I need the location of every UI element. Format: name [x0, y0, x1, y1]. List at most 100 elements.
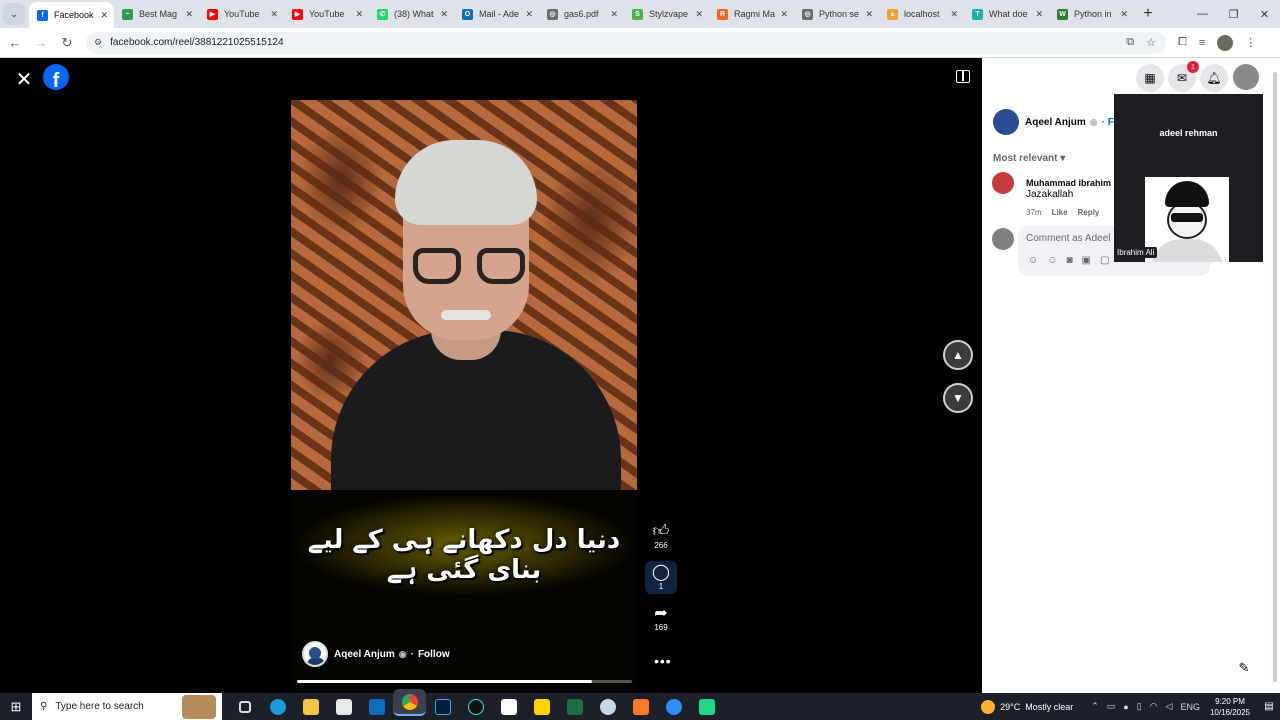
tab-search-button[interactable]: ⌄ — [3, 3, 25, 25]
outlook-app[interactable] — [360, 693, 393, 720]
reel-video[interactable]: دنیا دل دکھانے ہی کے لیے بنای گئی ہے — [291, 100, 637, 690]
sticky-notes-app[interactable] — [525, 693, 558, 720]
browser-tab[interactable]: ◎ gas6.pdf ✕ — [539, 0, 624, 28]
close-tab-icon[interactable]: ✕ — [865, 9, 873, 20]
close-reel-button[interactable]: ✕ — [14, 67, 34, 92]
camera-icon[interactable]: ◙ — [1066, 255, 1072, 266]
extensions-icon[interactable]: ⧠ — [1178, 36, 1187, 49]
comment-like-button[interactable]: Like — [1052, 208, 1068, 217]
gif-icon[interactable]: ▣ — [1081, 255, 1090, 266]
back-button[interactable]: ← — [4, 32, 26, 54]
toggle-panel-icon[interactable] — [956, 70, 970, 83]
comment-author[interactable]: Muhammad ibrahim — [1026, 178, 1111, 188]
menu-grid-icon[interactable]: ▦ — [1136, 64, 1164, 92]
restore-button[interactable]: ❐ — [1218, 0, 1249, 28]
install-app-icon[interactable]: ⧉ — [1126, 36, 1134, 49]
next-reel-button[interactable]: ▼ — [943, 383, 973, 413]
volume-icon[interactable]: ◁ — [1166, 701, 1173, 712]
action-center-icon[interactable]: ▤ — [1258, 701, 1280, 712]
follow-link[interactable]: Follow — [418, 649, 450, 660]
file-explorer-app[interactable] — [294, 693, 327, 720]
browser-tab[interactable]: ▲ localhost ✕ — [879, 0, 964, 28]
share-button[interactable]: ➦ 169 — [645, 602, 677, 635]
browser-tab[interactable]: ▶ YouTube ✕ — [284, 0, 369, 28]
browser-tab[interactable]: W Python in ✕ — [1049, 0, 1134, 28]
close-tab-icon[interactable]: ✕ — [440, 9, 448, 20]
close-tab-icon[interactable]: ✕ — [355, 9, 363, 20]
photoshop-app[interactable] — [426, 693, 459, 720]
sticker-icon[interactable]: ▢ — [1100, 255, 1109, 266]
minimize-button[interactable]: — — [1187, 0, 1218, 28]
excel-app[interactable] — [558, 693, 591, 720]
video-progress-bar[interactable] — [297, 680, 632, 683]
like-button[interactable]: 👍︎ 266 — [645, 520, 677, 553]
close-tab-icon[interactable]: ✕ — [610, 9, 618, 20]
cloud-app[interactable] — [591, 693, 624, 720]
new-message-button[interactable]: ✎ — [1232, 656, 1256, 680]
new-tab-button[interactable]: + — [1138, 4, 1158, 24]
browser-tab[interactable]: ▶ YouTube ✕ — [199, 0, 284, 28]
browser-tab[interactable]: ~ Best Mag ✕ — [114, 0, 199, 28]
close-tab-icon[interactable]: ✕ — [1035, 9, 1043, 20]
zoom-app[interactable] — [657, 693, 690, 720]
owner-name[interactable]: Aqeel Anjum — [1025, 117, 1086, 128]
network-icon[interactable]: ▭ — [1107, 701, 1116, 712]
comment-time[interactable]: 37m — [1026, 208, 1042, 217]
creator-avatar[interactable] — [302, 641, 328, 667]
account-avatar[interactable] — [1233, 64, 1259, 90]
comment-reply-button[interactable]: Reply — [1078, 208, 1100, 217]
language-indicator[interactable]: ENG — [1180, 702, 1200, 712]
close-tab-icon[interactable]: ✕ — [270, 9, 278, 20]
tray-chevron-icon[interactable]: ⌃ — [1091, 701, 1099, 712]
emoji-icon[interactable]: ☺ — [1047, 255, 1057, 266]
capcut-app[interactable] — [492, 693, 525, 720]
notifications-bell-icon[interactable]: 🔔︎ — [1200, 64, 1228, 92]
sort-dropdown[interactable]: Most relevant ▾ — [993, 153, 1065, 164]
tiktok-app[interactable] — [459, 693, 492, 720]
chrome-app[interactable] — [393, 689, 426, 716]
weather-widget[interactable]: 29°C Mostly clear — [981, 699, 1073, 714]
previous-reel-button[interactable]: ▲ — [943, 340, 973, 370]
browser-tab[interactable]: ✆ (38) What ✕ — [369, 0, 454, 28]
panel-scrollbar[interactable] — [1270, 60, 1280, 690]
pycharm-app[interactable] — [690, 693, 723, 720]
close-tab-icon[interactable]: ✕ — [1120, 9, 1128, 20]
close-tab-icon[interactable]: ✕ — [100, 10, 108, 21]
taskbar-search[interactable]: ⚲ Type here to search — [32, 693, 222, 720]
xampp-app[interactable] — [624, 693, 657, 720]
browser-tab[interactable]: ◎ Python se ✕ — [794, 0, 879, 28]
bookmark-star-icon[interactable]: ☆ — [1146, 36, 1156, 49]
browser-tab[interactable]: R Ragmi Ma ✕ — [709, 0, 794, 28]
browser-tab[interactable]: f Facebook ✕ — [29, 2, 114, 28]
close-tab-icon[interactable]: ✕ — [950, 9, 958, 20]
avatar-sticker-icon[interactable]: ☺ — [1028, 255, 1038, 266]
browser-tab[interactable]: S Stylzvape ✕ — [624, 0, 709, 28]
creator-name[interactable]: Aqeel Anjum — [334, 649, 395, 660]
microphone-icon[interactable]: ● — [1123, 702, 1128, 712]
taskbar-clock[interactable]: 9:20 PM 10/16/2025 — [1210, 696, 1250, 718]
close-tab-icon[interactable]: ✕ — [780, 9, 788, 20]
battery-icon[interactable]: ▯ — [1137, 701, 1142, 712]
facebook-logo[interactable]: f — [43, 64, 69, 90]
close-window-button[interactable]: ✕ — [1249, 0, 1280, 28]
forward-button[interactable]: → — [30, 32, 52, 54]
browser-tab[interactable]: T What doe ✕ — [964, 0, 1049, 28]
profile-avatar[interactable] — [1217, 34, 1234, 51]
comment-button[interactable]: ◯ 1 — [645, 561, 677, 594]
start-button[interactable]: ⊞ — [0, 693, 32, 720]
store-app[interactable] — [327, 693, 360, 720]
reload-button[interactable]: ↻ — [56, 32, 78, 54]
close-tab-icon[interactable]: ✕ — [695, 9, 703, 20]
more-options-icon[interactable]: ••• — [654, 653, 672, 669]
task-view-button[interactable] — [228, 693, 261, 720]
edge-app[interactable] — [261, 693, 294, 720]
close-tab-icon[interactable]: ✕ — [185, 9, 193, 20]
commenter-avatar[interactable] — [992, 172, 1014, 194]
media-control-icon[interactable]: ≡ — [1199, 37, 1205, 49]
close-tab-icon[interactable]: ✕ — [525, 9, 533, 20]
wifi-icon[interactable]: ◠ — [1150, 701, 1158, 712]
owner-avatar[interactable] — [993, 109, 1019, 135]
browser-tab[interactable]: O Mail - Ade ✕ — [454, 0, 539, 28]
browser-menu-icon[interactable]: ⋮ — [1245, 36, 1256, 49]
address-bar[interactable]: ⚙ facebook.com/reel/3881221025515124 ⧉ ☆ — [86, 31, 1166, 54]
